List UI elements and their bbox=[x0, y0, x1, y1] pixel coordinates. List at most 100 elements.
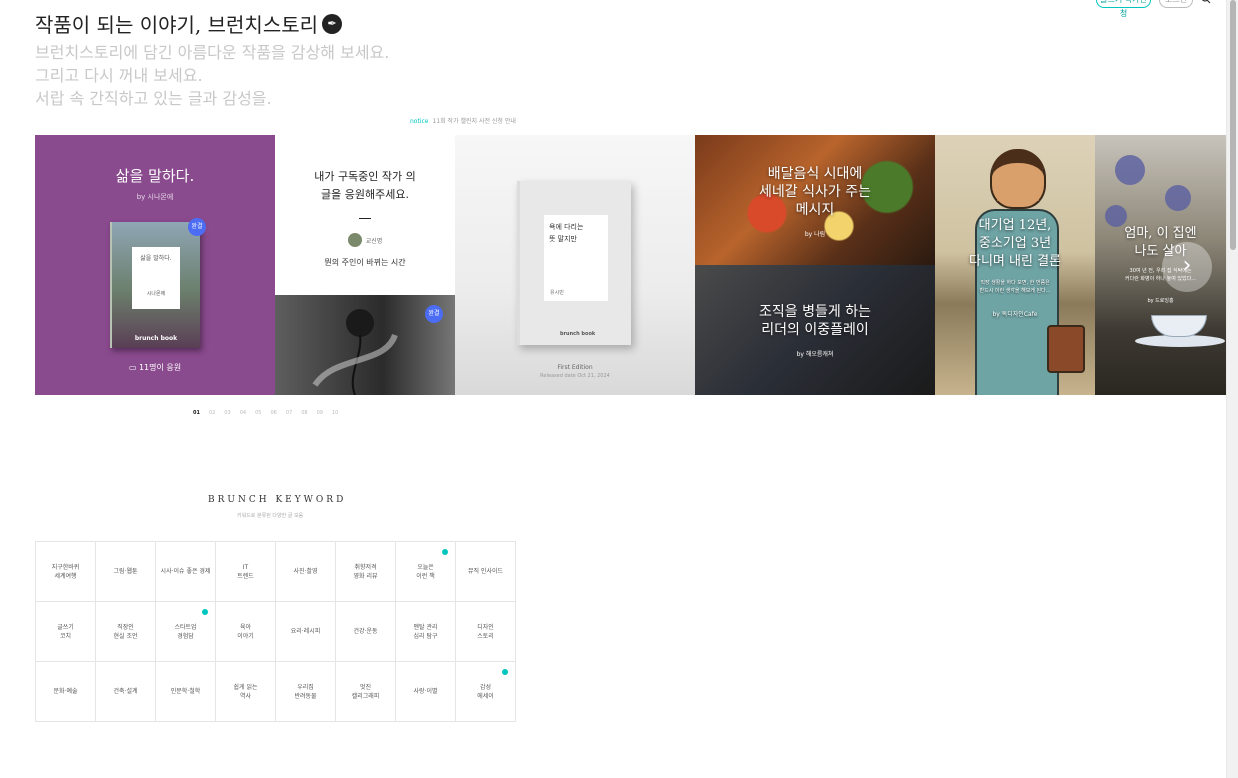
keyword-label: 문화·예술 bbox=[53, 688, 78, 695]
card-title: 배달음식 시대에 세네갈 식사가 주는 메시지 bbox=[759, 166, 871, 218]
keyword-item[interactable]: 사랑·이별 bbox=[396, 662, 456, 722]
notice-link[interactable]: notice 11회 작가 챌린지 사전 신청 안내 bbox=[410, 116, 516, 125]
page-dot[interactable]: 07 bbox=[286, 410, 292, 416]
write-apply-button[interactable]: 글쓰기 작가신청 bbox=[1096, 0, 1151, 18]
card-title: 내가 구독중인 작가 의 글을 응원해주세요. bbox=[314, 170, 416, 201]
search-icon[interactable] bbox=[1201, 0, 1211, 4]
briefcase-illustration bbox=[1047, 325, 1085, 373]
release-date: Released date Oct 21, 2024 bbox=[540, 373, 610, 379]
login-button[interactable]: 로그인 bbox=[1159, 0, 1193, 8]
card-author: by 시나몬에 bbox=[136, 193, 174, 201]
featured-card-3[interactable]: 완결 bbox=[275, 295, 455, 395]
featured-card-4[interactable]: 욕에 다리는 뜻 말지만 유시민 brunch book First Editi… bbox=[455, 135, 695, 395]
keyword-item[interactable]: IT 트렌드 bbox=[216, 542, 276, 602]
keyword-label: 멘탈 관리 심리 탐구 bbox=[413, 623, 438, 640]
new-dot-icon bbox=[442, 549, 448, 555]
keyword-label: 스타트업 경험담 bbox=[174, 623, 197, 640]
keyword-item[interactable]: 직장인 현실 조언 bbox=[96, 602, 156, 662]
book-cover: 삶을 말하다. 시나몬에 brunch book bbox=[110, 222, 200, 348]
featured-card-7[interactable]: 대기업 12년, 중소기업 3년 다니며 내린 결론 직장 생활을 하다 보면,… bbox=[935, 135, 1095, 395]
page-dot[interactable]: 05 bbox=[255, 410, 261, 416]
book-author: 시나몬에 bbox=[146, 291, 166, 297]
card-author: 교신명 bbox=[275, 233, 455, 247]
card-author: by 드로잉홍 bbox=[1147, 298, 1174, 304]
page-dot[interactable]: 01 bbox=[193, 410, 200, 416]
featured-card-5[interactable]: 배달음식 시대에 세네갈 식사가 주는 메시지 by 나림 bbox=[695, 135, 935, 265]
page-dot[interactable]: 02 bbox=[209, 410, 215, 416]
featured-card-2[interactable]: 내가 구독중인 작가 의 글을 응원해주세요. 교신명 뭔의 주인이 바뀌는 시… bbox=[275, 135, 455, 295]
book-label: 삶을 말하다. 시나몬에 bbox=[132, 247, 180, 309]
keyword-label: 취향저격 영화 리뷰 bbox=[353, 563, 378, 580]
flower-illustration bbox=[1115, 155, 1145, 185]
keyword-item[interactable]: 문화·예술 bbox=[36, 662, 96, 722]
keyword-item[interactable]: 그림·웹툰 bbox=[96, 542, 156, 602]
page-dot[interactable]: 09 bbox=[317, 410, 323, 416]
keyword-label: 사진·촬영 bbox=[293, 568, 318, 575]
keyword-label: 건강·운동 bbox=[353, 628, 378, 635]
featured-card-6[interactable]: 조직을 병들게 하는 리더의 이중플레이 by 해오름캐쳐 bbox=[695, 265, 935, 395]
keyword-label: 직장인 현실 조언 bbox=[113, 623, 138, 640]
keyword-item[interactable]: 취향저격 영화 리뷰 bbox=[336, 542, 396, 602]
keyword-item[interactable]: 우리집 반려동물 bbox=[276, 662, 336, 722]
keyword-item[interactable]: 스타트업 경험담 bbox=[156, 602, 216, 662]
keyword-item[interactable]: 육아 이야기 bbox=[216, 602, 276, 662]
page-title: 작품이 되는 이야기, 브런치스토리 ✒ bbox=[35, 9, 343, 38]
keyword-item[interactable]: 뮤직 인사이드 bbox=[456, 542, 516, 602]
scrollbar-thumb[interactable] bbox=[1230, 0, 1236, 250]
keyword-label: IT 트렌드 bbox=[237, 563, 254, 580]
new-dot-icon bbox=[202, 609, 208, 615]
page-dot[interactable]: 08 bbox=[301, 410, 307, 416]
keyword-item[interactable]: 멘탈 관리 심리 탐구 bbox=[396, 602, 456, 662]
new-dot-icon bbox=[502, 669, 508, 675]
keyword-item[interactable]: 시사·이슈 좋은 경제 bbox=[156, 542, 216, 602]
page-dot[interactable]: 04 bbox=[240, 410, 246, 416]
keyword-label: 감성 에세이 bbox=[477, 683, 494, 700]
slider-next-button[interactable]: › bbox=[1162, 242, 1212, 292]
keyword-item[interactable]: 건축·설계 bbox=[96, 662, 156, 722]
book-brand: brunch book bbox=[560, 331, 596, 337]
book-cover: 욕에 다리는 뜻 말지만 유시민 brunch book bbox=[517, 181, 631, 345]
page-dot[interactable]: 10 bbox=[332, 410, 338, 416]
featured-card-1[interactable]: 삶을 말하다. by 시나몬에 삶을 말하다. 시나몬에 brunch book … bbox=[35, 135, 275, 395]
man-head-illustration bbox=[990, 149, 1046, 209]
keyword-label: 그림·웹툰 bbox=[113, 568, 138, 575]
keyword-label: 오늘은 이런 책 bbox=[416, 563, 435, 580]
page-title-text: 작품이 되는 이야기, 브런치스토리 bbox=[35, 13, 319, 37]
comment-icon: ▭ bbox=[128, 363, 139, 372]
keyword-item[interactable]: 건강·운동 bbox=[336, 602, 396, 662]
keyword-label: 육아 이야기 bbox=[237, 623, 254, 640]
page-dot[interactable]: 03 bbox=[224, 410, 230, 416]
card-title: 조직을 병들게 하는 리더의 이중플레이 bbox=[759, 304, 871, 338]
card-author: by 독디자인Cafe bbox=[992, 311, 1038, 318]
teacup-illustration bbox=[1151, 315, 1207, 337]
subtitle-line-2: 그리고 다시 꺼내 보세요. bbox=[35, 66, 203, 85]
notice-tag: notice bbox=[410, 118, 429, 125]
support-count: ▭ 11명이 응원 bbox=[35, 362, 275, 373]
keyword-item[interactable]: 쉽게 읽는 역사 bbox=[216, 662, 276, 722]
keyword-label: 건축·설계 bbox=[113, 688, 138, 695]
keyword-item[interactable]: 글쓰기 코치 bbox=[36, 602, 96, 662]
pen-icon: ✒ bbox=[322, 13, 343, 34]
subtitle-line-3: 서랍 속 간직하고 있는 글과 감성을. bbox=[35, 89, 272, 108]
keyword-label: 쉽게 읽는 역사 bbox=[233, 683, 258, 700]
keyword-item[interactable]: 감성 에세이 bbox=[456, 662, 516, 722]
keyword-item[interactable]: 인문학·철학 bbox=[156, 662, 216, 722]
page-dot[interactable]: 06 bbox=[270, 410, 276, 416]
keyword-label: 지구한바퀴 세계여행 bbox=[51, 563, 80, 580]
keyword-label: 디자인 스토리 bbox=[477, 623, 494, 640]
card-author: by 나림 bbox=[804, 231, 826, 238]
featured-slider: 삶을 말하다. by 시나몬에 삶을 말하다. 시나몬에 brunch book … bbox=[35, 135, 1226, 395]
card-subtitle: 뭔의 주인이 바뀌는 시간 bbox=[324, 258, 406, 267]
keyword-item[interactable]: 오늘은 이런 책 bbox=[396, 542, 456, 602]
keyword-item[interactable]: 디자인 스토리 bbox=[456, 602, 516, 662]
keyword-item[interactable]: 지구한바퀴 세계여행 bbox=[36, 542, 96, 602]
flower-illustration bbox=[1105, 205, 1127, 227]
keyword-item[interactable]: 멋진 캘리그래피 bbox=[336, 662, 396, 722]
keyword-label: 시사·이슈 좋은 경제 bbox=[160, 568, 211, 575]
keyword-grid: 지구한바퀴 세계여행 그림·웹툰 시사·이슈 좋은 경제 IT 트렌드 사진·촬영 취향저… bbox=[35, 541, 516, 722]
keyword-item[interactable]: 요리·레시피 bbox=[276, 602, 336, 662]
keyword-item[interactable]: 사진·촬영 bbox=[276, 542, 336, 602]
keyword-section-title: BRUNCH KEYWORD bbox=[208, 495, 347, 505]
page-scrollbar[interactable] bbox=[1226, 0, 1238, 778]
complete-badge: 완결 bbox=[188, 218, 206, 236]
